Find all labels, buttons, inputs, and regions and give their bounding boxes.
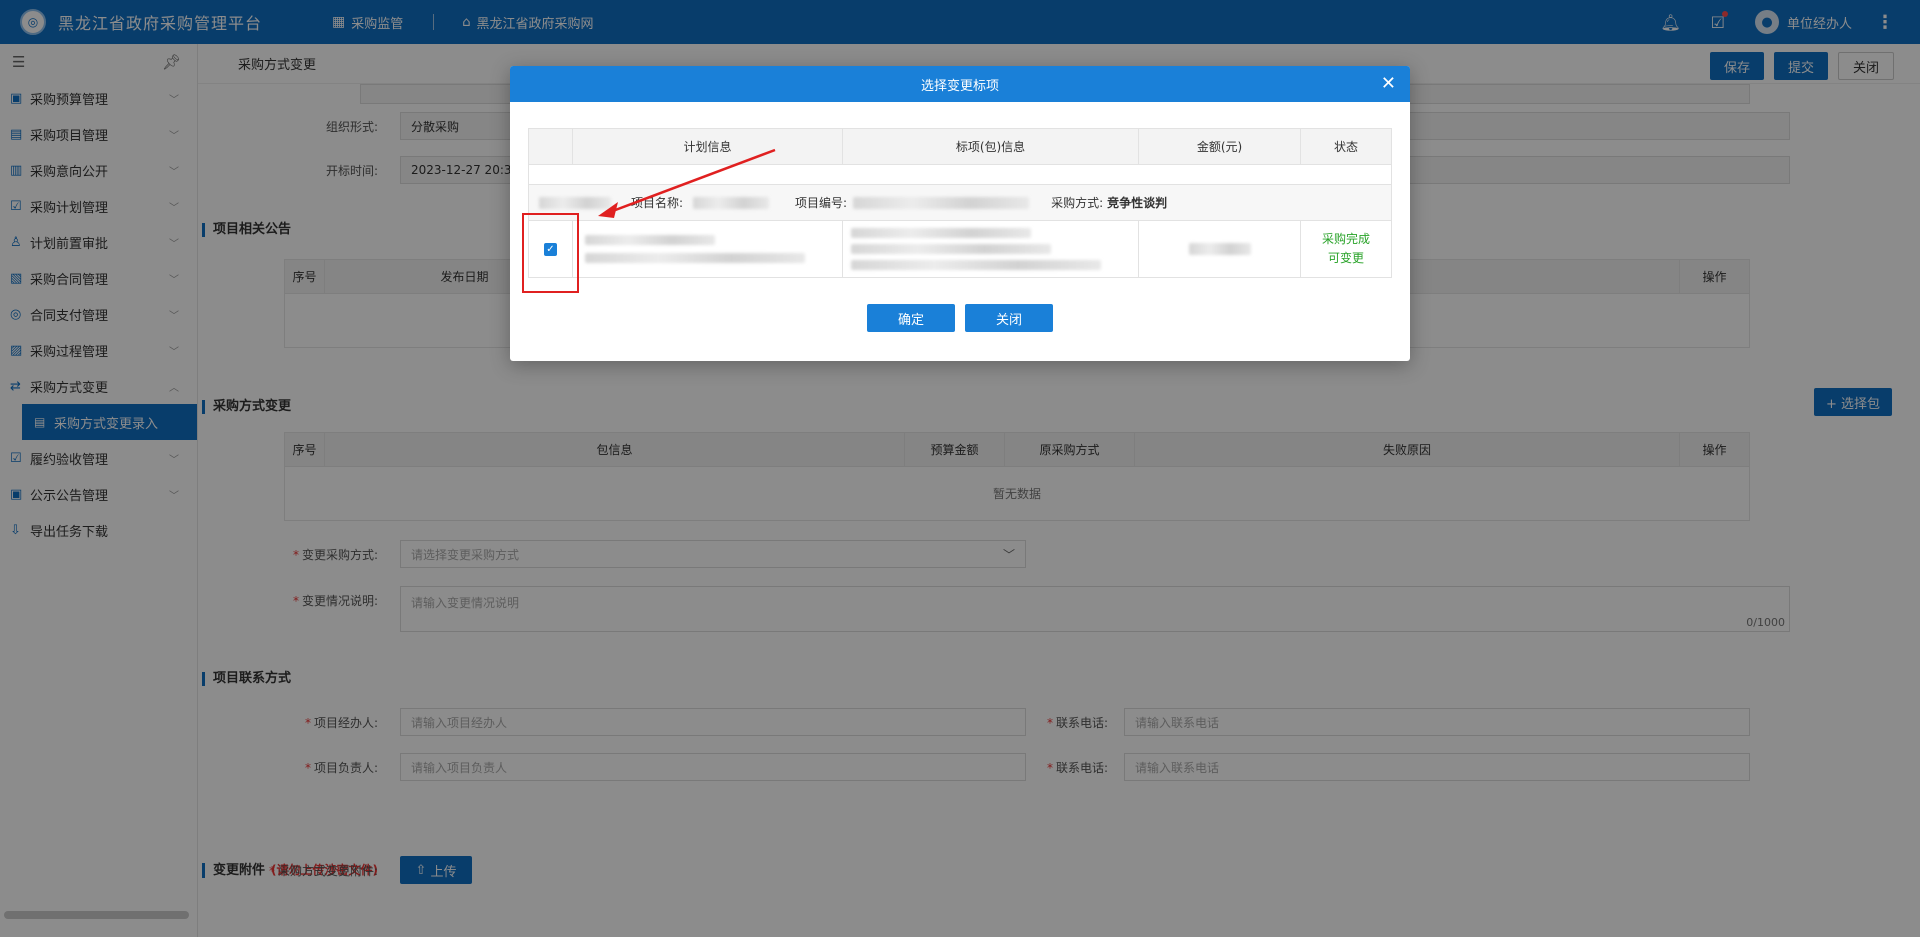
annotation-arrow <box>598 148 776 218</box>
